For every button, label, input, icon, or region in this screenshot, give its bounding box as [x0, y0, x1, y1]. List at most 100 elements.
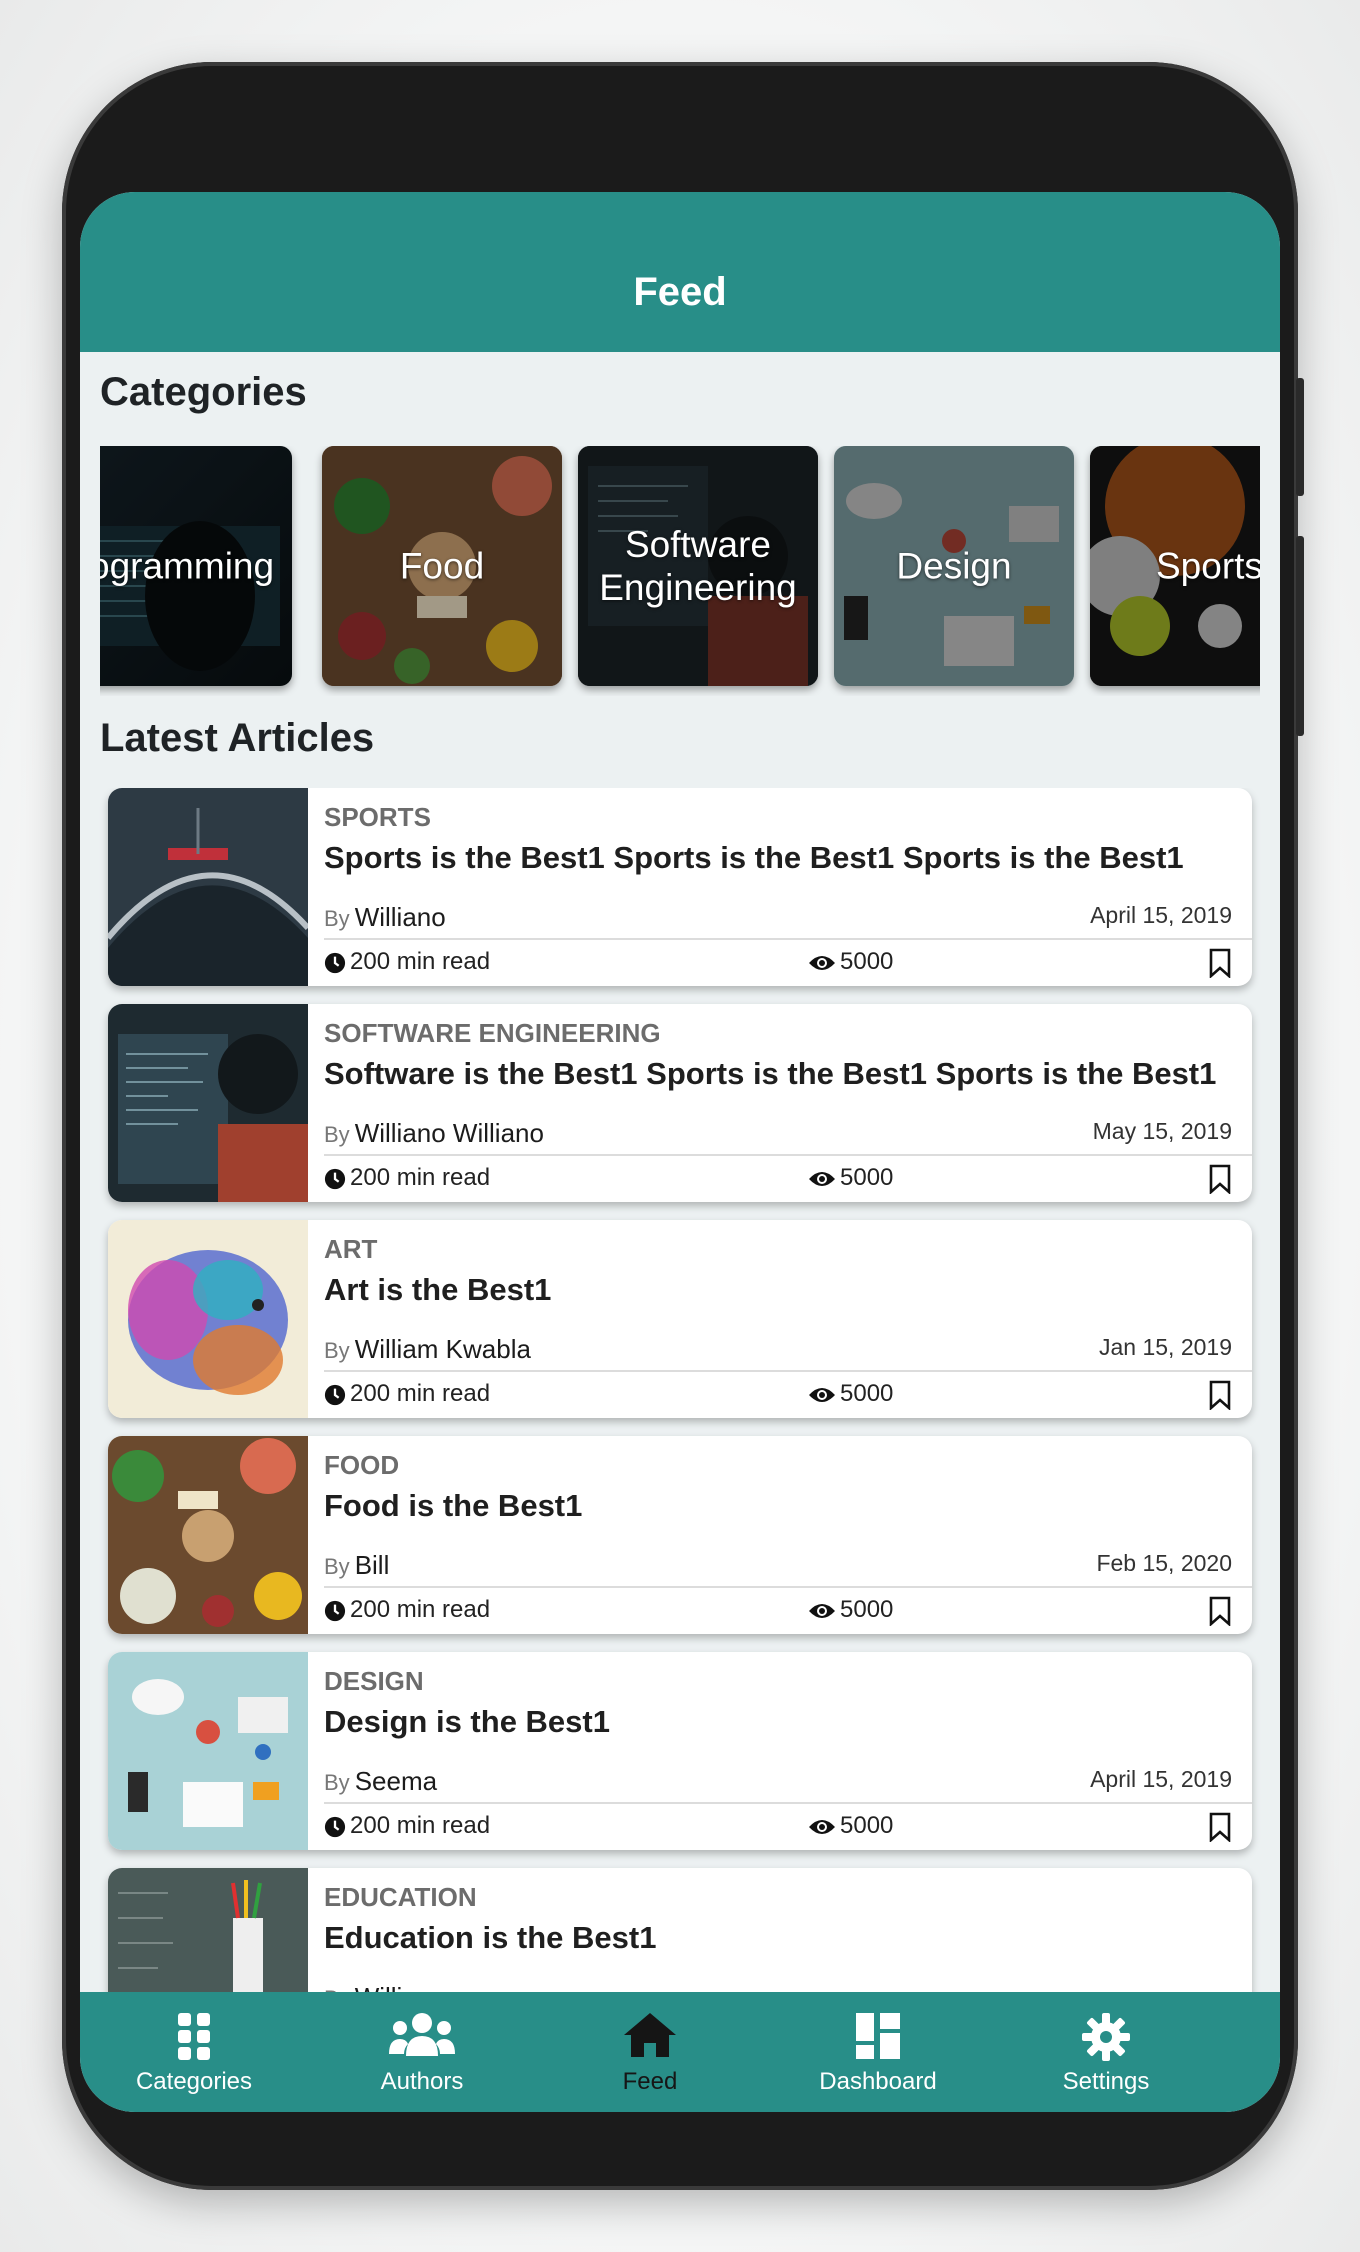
- article-card[interactable]: SPORTS Sports is the Best1 Sports is the…: [108, 788, 1252, 986]
- view-count: 5000: [808, 948, 893, 976]
- article-author-line: ByWilliano: [324, 1982, 446, 1992]
- nav-label: Categories: [135, 2068, 253, 2095]
- article-author[interactable]: Seema: [355, 1766, 437, 1796]
- category-label: Food: [399, 545, 485, 587]
- article-thumbnail: [108, 1652, 308, 1850]
- by-label: By: [324, 906, 350, 931]
- read-time: 200 min read: [324, 1164, 490, 1192]
- app-screen: Feed Categories Programming: [80, 192, 1280, 2112]
- category-card-programming[interactable]: Programming: [100, 446, 292, 686]
- category-label: Design: [896, 545, 1012, 587]
- nav-categories[interactable]: Categories: [80, 1992, 308, 2112]
- article-thumbnail: [108, 788, 308, 986]
- nav-label: Dashboard: [819, 2068, 937, 2095]
- article-title[interactable]: Design is the Best1: [324, 1704, 610, 1740]
- view-count: 5000: [808, 1812, 893, 1840]
- article-date: May 15, 2019: [1092, 1118, 1232, 1144]
- view-count: 5000: [808, 1164, 893, 1192]
- categories-carousel[interactable]: Programming Food: [100, 446, 1260, 696]
- article-author[interactable]: Williano: [355, 902, 446, 932]
- article-thumbnail: [108, 1436, 308, 1634]
- nav-label: Feed: [622, 2068, 678, 2095]
- article-title[interactable]: Sports is the Best1 Sports is the Best1 …: [324, 840, 1184, 876]
- nav-feed[interactable]: Feed: [536, 1992, 764, 2112]
- eye-icon: [809, 955, 835, 970]
- article-category: FOOD: [324, 1450, 400, 1480]
- food-thumbnail-image: [108, 1436, 308, 1634]
- clock-icon: [324, 1816, 346, 1837]
- article-author-line: ByWilliano: [324, 902, 446, 933]
- article-card[interactable]: EDUCATION Education is the Best1 ByWilli…: [108, 1868, 1252, 1992]
- read-time-text: 200 min read: [350, 1164, 491, 1191]
- article-card[interactable]: DESIGN Design is the Best1 By Seema April…: [108, 1652, 1252, 1850]
- view-count: 5000: [808, 1380, 893, 1408]
- article-card[interactable]: SOFTWARE ENGINEERING Software is the Bes…: [108, 1004, 1252, 1202]
- clock-icon: [324, 952, 346, 973]
- article-category: DESIGN: [324, 1666, 424, 1696]
- divider: [324, 1370, 1252, 1372]
- view-count-text: 5000: [840, 1164, 894, 1191]
- category-card-software-engineering[interactable]: Software Engineering: [578, 446, 818, 686]
- articles-list[interactable]: SPORTS Sports is the Best1 Sports is the…: [80, 788, 1280, 1992]
- eye-icon: [809, 1387, 835, 1402]
- bookmark-icon[interactable]: [1208, 1596, 1232, 1626]
- bookmark-icon[interactable]: [1208, 1164, 1232, 1194]
- app-bar: Feed: [80, 192, 1280, 352]
- article-title[interactable]: Education is the Best1: [324, 1920, 656, 1956]
- dashboard-icon: [856, 2013, 900, 2059]
- read-time-text: 200 min read: [350, 1380, 491, 1407]
- article-card[interactable]: FOOD Food is the Best1 By Bill Feb 15, 20…: [108, 1436, 1252, 1634]
- category-card-food[interactable]: Food: [322, 446, 562, 686]
- category-label: Sports: [1156, 545, 1260, 587]
- article-title[interactable]: Art is the Best1: [324, 1272, 551, 1308]
- article-category: SPORTS: [324, 802, 431, 832]
- eye-icon: [809, 1819, 835, 1834]
- bookmark-icon[interactable]: [1208, 948, 1232, 978]
- read-time-text: 200 min read: [350, 948, 491, 975]
- article-date: April 15, 2019: [1090, 1766, 1232, 1792]
- volume-button: [1296, 378, 1304, 496]
- article-date: April 15, 2019: [1090, 902, 1232, 928]
- eye-icon: [809, 1603, 835, 1618]
- categories-heading: Categories: [100, 370, 307, 414]
- page-title: Feed: [633, 270, 727, 314]
- divider: [324, 1586, 1252, 1588]
- bookmark-icon[interactable]: [1208, 1380, 1232, 1410]
- article-author[interactable]: Williano Williano: [355, 1118, 544, 1148]
- article-title[interactable]: Food is the Best1: [324, 1488, 582, 1524]
- article-author-line: By Seema: [324, 1766, 437, 1797]
- nav-authors[interactable]: Authors: [308, 1992, 536, 2112]
- home-icon: [624, 2013, 676, 2057]
- article-title[interactable]: Software is the Best1 Sports is the Best…: [324, 1056, 1216, 1092]
- read-time: 200 min read: [324, 948, 490, 976]
- article-category: EDUCATION: [324, 1882, 477, 1912]
- article-category: SOFTWARE ENGINEERING: [324, 1018, 661, 1048]
- article-author[interactable]: William Kwabla: [355, 1334, 531, 1364]
- power-button: [1296, 536, 1304, 736]
- category-card-sports[interactable]: Sports: [1090, 446, 1260, 686]
- nav-settings[interactable]: Settings: [992, 1992, 1220, 2112]
- grid-icon: [178, 2013, 210, 2060]
- bottom-navigation: Categories Authors Feed Dashboard Settin…: [80, 1992, 1280, 2112]
- read-time: 200 min read: [324, 1812, 490, 1840]
- article-author[interactable]: Williano: [355, 1982, 446, 1992]
- clock-icon: [324, 1168, 346, 1189]
- design-thumbnail-image: [108, 1652, 308, 1850]
- article-date: Feb 15, 2020: [1096, 1550, 1232, 1576]
- bookmark-icon[interactable]: [1208, 1812, 1232, 1842]
- article-card[interactable]: ART Art is the Best1 By William Kwabla Ja…: [108, 1220, 1252, 1418]
- people-icon: [389, 2013, 455, 2056]
- software-thumbnail-image: [108, 1004, 308, 1202]
- category-card-design[interactable]: Design: [834, 446, 1074, 686]
- view-count: 5000: [808, 1596, 893, 1624]
- read-time: 200 min read: [324, 1596, 490, 1624]
- divider: [324, 938, 1252, 940]
- sports-thumbnail-image: [108, 788, 308, 986]
- article-thumbnail: [108, 1004, 308, 1202]
- view-count-text: 5000: [840, 948, 894, 975]
- nav-label: Settings: [1062, 2068, 1150, 2095]
- article-author[interactable]: Bill: [355, 1550, 390, 1580]
- divider: [324, 1154, 1252, 1156]
- nav-dashboard[interactable]: Dashboard: [764, 1992, 992, 2112]
- divider: [324, 1802, 1252, 1804]
